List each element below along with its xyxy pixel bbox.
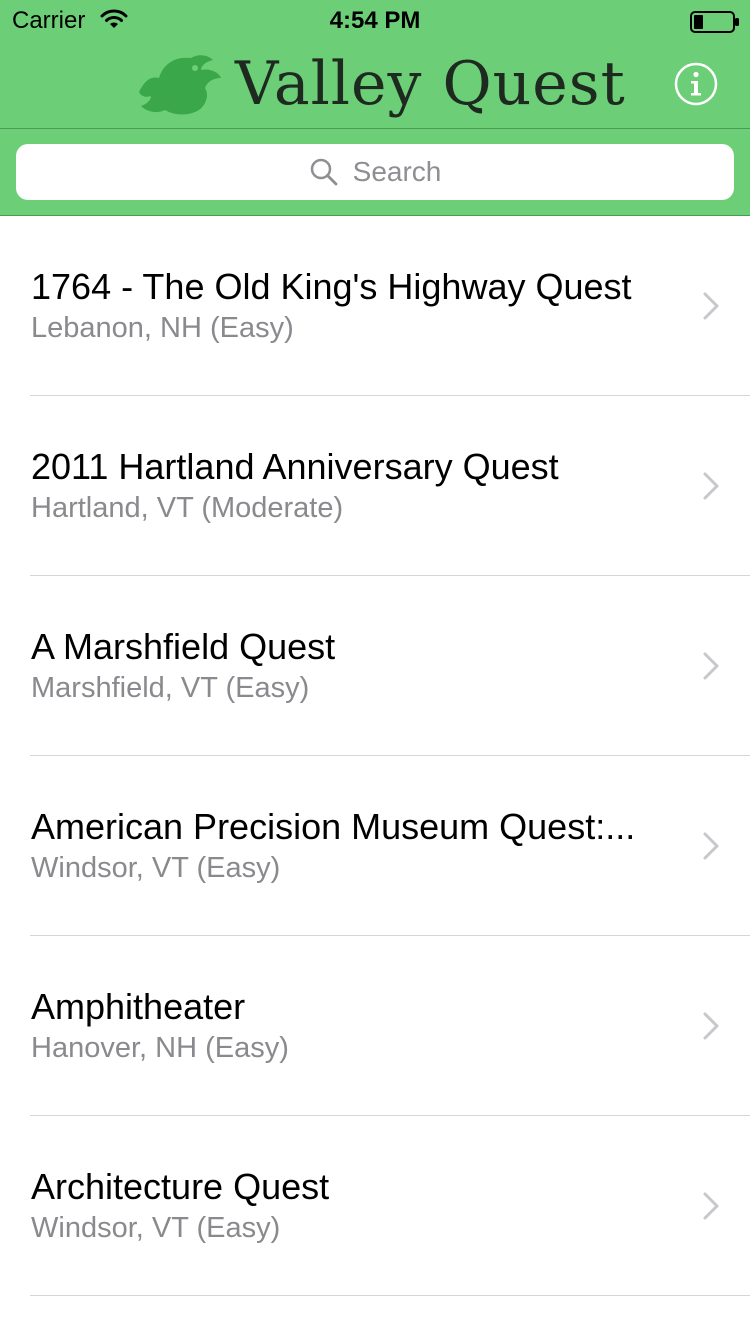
quest-list: 1764 - The Old King's Highway Quest Leba… — [0, 216, 750, 1296]
quest-row[interactable]: A Marshfield Quest Marshfield, VT (Easy) — [0, 576, 750, 756]
quest-location: Lebanon, NH (Easy) — [31, 312, 294, 344]
quest-row[interactable]: 2011 Hartland Anniversary Quest Hartland… — [0, 396, 750, 576]
row-separator — [30, 1295, 750, 1296]
quest-title: 2011 Hartland Anniversary Quest — [31, 446, 559, 487]
quest-row[interactable]: 1764 - The Old King's Highway Quest Leba… — [0, 216, 750, 396]
search-icon — [310, 158, 338, 186]
chevron-right-icon — [703, 1192, 719, 1220]
app-logo: Valley Quest — [135, 48, 625, 120]
quest-title: Architecture Quest — [31, 1166, 330, 1207]
chevron-right-icon — [703, 292, 719, 320]
header: Carrier 4:54 PM Valley Quest Search — [0, 0, 750, 216]
quest-title: 1764 - The Old King's Highway Quest — [31, 266, 632, 307]
chevron-right-icon — [703, 652, 719, 680]
quest-location: Hanover, NH (Easy) — [31, 1032, 289, 1064]
quest-location: Windsor, VT (Easy) — [31, 1212, 281, 1244]
info-icon — [674, 62, 718, 106]
battery-low-icon — [690, 11, 740, 38]
info-button[interactable] — [674, 62, 718, 106]
quest-title: A Marshfield Quest — [31, 626, 336, 667]
search-input[interactable]: Search — [16, 144, 734, 200]
search-placeholder: Search — [352, 156, 442, 187]
nav-divider — [0, 128, 750, 129]
quest-title: Amphitheater — [31, 986, 246, 1027]
bird-logo-icon — [135, 52, 225, 123]
nav-bar: Valley Quest — [0, 40, 750, 128]
quest-row[interactable]: Architecture Quest Windsor, VT (Easy) — [0, 1116, 750, 1296]
quest-row[interactable]: Amphitheater Hanover, NH (Easy) — [0, 936, 750, 1116]
chevron-right-icon — [703, 1012, 719, 1040]
status-bar: Carrier 4:54 PM — [0, 0, 750, 40]
quest-location: Hartland, VT (Moderate) — [31, 492, 344, 524]
quest-title: American Precision Museum Quest:... — [31, 806, 636, 847]
chevron-right-icon — [703, 472, 719, 500]
app-title: Valley Quest — [235, 49, 626, 119]
quest-row[interactable]: American Precision Museum Quest:... Wind… — [0, 756, 750, 936]
status-time: 4:54 PM — [329, 7, 421, 34]
quest-location: Windsor, VT (Easy) — [31, 852, 281, 884]
chevron-right-icon — [703, 832, 719, 860]
quest-location: Marshfield, VT (Easy) — [31, 672, 310, 704]
